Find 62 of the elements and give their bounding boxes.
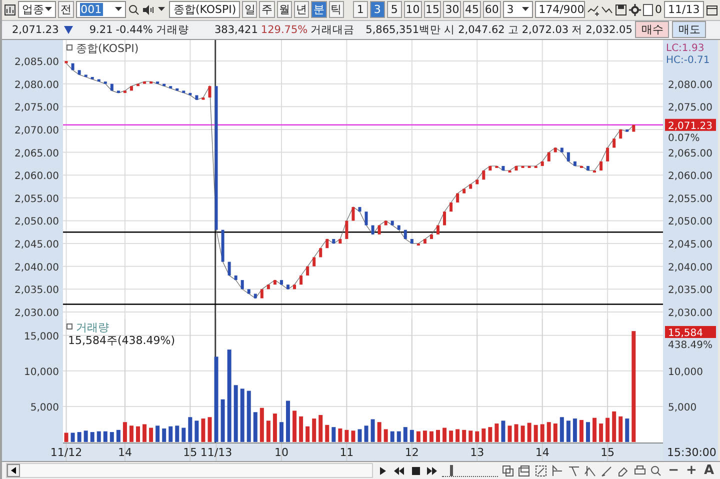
current-price-tag: 2,071.23 bbox=[665, 118, 716, 132]
time-label: 15 bbox=[183, 446, 198, 460]
time-label: 15 bbox=[600, 446, 615, 460]
axis-label: 2,075.00 bbox=[668, 102, 713, 114]
axis-label: 5,000 bbox=[30, 402, 59, 414]
axis-label: 10,000 bbox=[24, 367, 59, 378]
axis-label: 2,070.00 bbox=[14, 125, 59, 136]
axis-label: 2,085.00 bbox=[14, 56, 59, 68]
time-label: 12 bbox=[404, 446, 419, 460]
amount-label: 거래대금 bbox=[310, 22, 355, 37]
time-label: 14 bbox=[535, 446, 550, 460]
low-value: 2,032.05 bbox=[586, 24, 632, 36]
time-label: 11/12 bbox=[50, 446, 82, 460]
hc-label: HC:-0.71 bbox=[666, 54, 710, 66]
current-percent: 0.07% bbox=[668, 132, 700, 144]
axis-label: 2,040.00 bbox=[668, 262, 713, 274]
axis-label: 2,035.00 bbox=[668, 285, 713, 296]
current-volume-percent: 438.49% bbox=[668, 340, 712, 352]
high-label: 고 bbox=[508, 22, 519, 37]
axis-label: 2,065.00 bbox=[14, 148, 59, 160]
time-label: 15:30:00 bbox=[667, 446, 716, 460]
high-value: 2,072.03 bbox=[522, 24, 569, 36]
axis-label: 2,065.00 bbox=[668, 148, 713, 160]
checkbox-label: 0 bbox=[655, 3, 662, 16]
axis-label: 2,030.00 bbox=[14, 308, 59, 319]
low-label: 저 bbox=[572, 22, 583, 37]
time-label: 11 bbox=[340, 446, 354, 460]
axis-label: 2,060.00 bbox=[668, 171, 713, 182]
axis-label: 2,040.00 bbox=[14, 262, 59, 274]
axis-label: 2,055.00 bbox=[14, 194, 59, 205]
axis-label: 2,050.00 bbox=[668, 216, 713, 228]
current-volume-tag: 15,584 bbox=[665, 326, 716, 340]
time-label: 10 bbox=[274, 446, 288, 460]
axis-label: 10,000 bbox=[668, 367, 703, 378]
axis-label: 2,080.00 bbox=[14, 80, 59, 91]
chart-legend: 거래량 bbox=[76, 321, 109, 334]
axis-label: 2,075.00 bbox=[14, 102, 59, 114]
volume-reading: 15,584주(438.49%) bbox=[68, 334, 176, 348]
axis-label: 2,045.00 bbox=[668, 239, 713, 250]
axis-label: 2,035.00 bbox=[14, 285, 59, 296]
change-percent: -0.44% bbox=[116, 24, 153, 36]
axis-label: 5,000 bbox=[668, 402, 697, 414]
axis-label: 15,000 bbox=[24, 332, 59, 343]
axis-label: 2,045.00 bbox=[14, 239, 59, 250]
axis-label: 2,050.00 bbox=[14, 216, 59, 228]
time-label: 13 bbox=[470, 446, 484, 460]
price-change: 9.21 bbox=[88, 24, 113, 36]
volume-ratio: 129.75% bbox=[260, 24, 308, 36]
axis-label: 2,060.00 bbox=[14, 171, 59, 182]
axis-label: 2,080.00 bbox=[668, 80, 713, 91]
volume-value: 383,421 bbox=[214, 24, 258, 36]
amount-value: 5,865,351백만 bbox=[366, 22, 442, 37]
open-label: 시 bbox=[444, 22, 456, 37]
lc-label: LC:1.93 bbox=[666, 42, 704, 54]
time-label: 11/13 bbox=[200, 446, 232, 460]
axis-label: 2,030.00 bbox=[668, 308, 713, 319]
chart-legend: 종합(KOSPI) bbox=[76, 42, 139, 55]
time-label: 14 bbox=[118, 446, 132, 460]
open-value: 2,047.62 bbox=[458, 24, 505, 36]
axis-label: 2,055.00 bbox=[668, 194, 713, 205]
volume-label: 거래량 bbox=[156, 22, 189, 37]
current-price: 2,071.23 bbox=[12, 24, 59, 36]
